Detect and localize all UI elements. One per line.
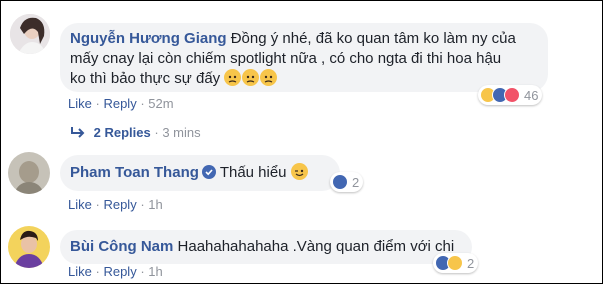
separator: · bbox=[140, 96, 145, 111]
reaction-count: 2 bbox=[352, 174, 360, 190]
replies-link[interactable]: 2 Replies · 3 mins bbox=[70, 125, 201, 140]
verified-badge-icon bbox=[201, 165, 216, 179]
reaction-count: 46 bbox=[524, 87, 539, 103]
comment-text-line: mấy cnay lại còn chiếm spotlight nữa , c… bbox=[70, 50, 502, 67]
separator: · bbox=[95, 264, 100, 279]
replies-time: 3 mins bbox=[162, 125, 201, 140]
comment-actions: Like · Reply · 1h bbox=[68, 197, 163, 212]
like-button[interactable]: Like bbox=[68, 197, 92, 212]
comment-content: Bùi Công Nam Haahahahahaha .Vàng quan đi… bbox=[70, 237, 462, 257]
like-button[interactable]: Like bbox=[68, 264, 92, 279]
reply-button[interactable]: Reply bbox=[103, 264, 136, 279]
reaction-summary[interactable]: 2 bbox=[433, 253, 479, 273]
separator: · bbox=[140, 197, 145, 212]
separator: · bbox=[140, 264, 145, 279]
wink-emoji-icon bbox=[290, 163, 308, 180]
like-button[interactable]: Like bbox=[68, 96, 92, 111]
avatar[interactable] bbox=[8, 152, 50, 194]
reaction-count: 2 bbox=[467, 255, 475, 271]
comment-content: Nguyễn Hương Giang Đồng ý nhé, đã ko qua… bbox=[70, 29, 538, 49]
comment-actions: Like · Reply · 52m bbox=[68, 96, 174, 111]
haha-reaction-icon bbox=[447, 255, 463, 271]
avatar[interactable] bbox=[8, 226, 50, 268]
comment-bubble: Bùi Công Nam Haahahahahaha .Vàng quan đi… bbox=[60, 230, 472, 264]
comment-text-line-3: ko thì bảo thực sự đấy bbox=[70, 69, 538, 89]
separator: · bbox=[95, 96, 100, 111]
avatar-image bbox=[8, 152, 50, 194]
timestamp[interactable]: 1h bbox=[148, 197, 162, 212]
separator: · bbox=[95, 197, 100, 212]
comment-bubble: Nguyễn Hương Giang Đồng ý nhé, đã ko qua… bbox=[60, 23, 548, 92]
reaction-summary[interactable]: 46 bbox=[478, 85, 543, 105]
comment-text: Haahahahahaha .Vàng quan điểm với chi bbox=[177, 238, 455, 255]
comment-text: ko thì bảo thực sự đấy bbox=[70, 70, 221, 87]
comment-content: Pham Toan Thang Thấu hiểu bbox=[70, 163, 330, 183]
commenter-name[interactable]: Pham Toan Thang bbox=[70, 164, 199, 181]
reply-arrow-icon bbox=[70, 125, 90, 140]
separator: · bbox=[154, 125, 159, 140]
reply-button[interactable]: Reply bbox=[103, 96, 136, 111]
reaction-summary[interactable]: 2 bbox=[330, 172, 364, 192]
confused-emoji-icon bbox=[242, 69, 260, 86]
commenter-name[interactable]: Bùi Công Nam bbox=[70, 238, 173, 255]
confused-emoji-icon bbox=[260, 69, 278, 86]
comment-text: Đồng ý nhé, đã ko quan tâm ko làm ny của bbox=[230, 30, 516, 47]
comment-text: Thấu hiểu bbox=[219, 164, 287, 181]
timestamp[interactable]: 1h bbox=[148, 264, 162, 279]
comment-actions: Like · Reply · 1h bbox=[68, 264, 163, 279]
timestamp[interactable]: 52m bbox=[148, 96, 173, 111]
like-reaction-icon bbox=[332, 174, 348, 190]
avatar[interactable] bbox=[10, 14, 50, 54]
comment-bubble: Pham Toan Thang Thấu hiểu bbox=[60, 155, 340, 191]
reply-button[interactable]: Reply bbox=[103, 197, 136, 212]
replies-count[interactable]: 2 Replies bbox=[94, 125, 151, 140]
love-reaction-icon bbox=[504, 87, 520, 103]
avatar-image bbox=[8, 226, 50, 268]
avatar-image bbox=[10, 14, 50, 54]
confused-emoji-icon bbox=[224, 69, 242, 86]
commenter-name[interactable]: Nguyễn Hương Giang bbox=[70, 30, 227, 47]
